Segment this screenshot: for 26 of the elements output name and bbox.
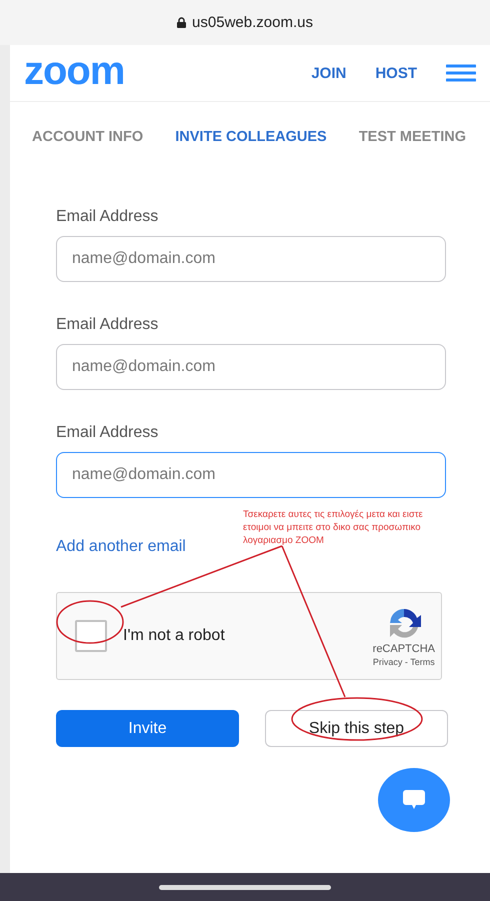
email-input[interactable]: name@domain.com bbox=[56, 236, 446, 282]
field-label: Email Address bbox=[56, 208, 158, 226]
menu-icon[interactable] bbox=[446, 64, 476, 82]
recaptcha-checkbox[interactable] bbox=[75, 620, 107, 652]
field-label: Email Address bbox=[56, 424, 158, 442]
lock-icon bbox=[177, 17, 186, 28]
recaptcha-brand: reCAPTCHA bbox=[372, 643, 435, 655]
privacy-terms-links[interactable]: Privacy - Terms bbox=[372, 657, 435, 667]
field-label: Email Address bbox=[56, 316, 158, 334]
home-indicator[interactable] bbox=[159, 884, 331, 890]
annotation-note: Τσεκαρετε αυτες τις επιλογές μετα και ειστε ετοιμοι να μπειτε στο δικο σας προσωπικο λογαριασμο ZOOM bbox=[243, 508, 424, 547]
step-tab[interactable]: ACCOUNT INFO bbox=[32, 122, 144, 152]
step-tab[interactable]: TEST MEETING bbox=[358, 122, 466, 152]
zoom-logo[interactable]: zoom bbox=[24, 51, 124, 91]
recaptcha-label: I'm not a robot bbox=[123, 627, 225, 645]
email-input[interactable]: name@domain.com bbox=[56, 344, 446, 390]
email-input[interactable]: name@domain.com bbox=[56, 452, 446, 498]
add-email-link[interactable]: Add another email bbox=[56, 538, 186, 556]
nav-link[interactable]: JOIN bbox=[311, 64, 346, 82]
annotation-ellipse bbox=[56, 600, 124, 644]
nav-link[interactable]: HOST bbox=[375, 64, 417, 82]
address-url[interactable]: us05web.zoom.us bbox=[192, 14, 313, 31]
chat-bubble-icon bbox=[403, 790, 425, 810]
invite-button[interactable]: Invite bbox=[56, 710, 239, 747]
step-tab[interactable]: INVITE COLLEAGUES bbox=[175, 122, 327, 152]
skip-button[interactable]: Skip this step bbox=[265, 710, 448, 747]
